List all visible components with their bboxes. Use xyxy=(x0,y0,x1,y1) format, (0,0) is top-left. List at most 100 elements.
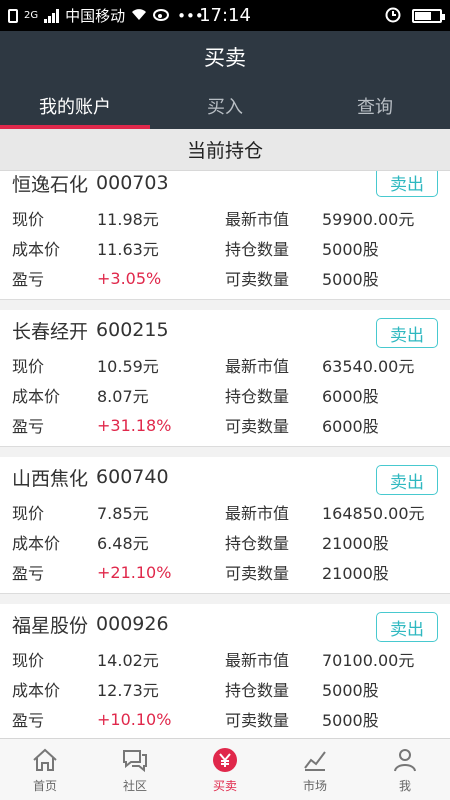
pnl-value: +10.10% xyxy=(97,709,172,729)
table-row: 盈亏 +31.18% 可卖数量 6000股 xyxy=(12,410,438,440)
nav-label: 买卖 xyxy=(212,778,237,793)
sell-button[interactable]: 卖出 xyxy=(376,318,438,348)
carrier-name: 中国移动 xyxy=(65,7,126,25)
position-card: 福星股份 000926 卖出 现价 14.02元 最新市值 70100.00元 … xyxy=(0,604,450,738)
table-row: 现价 11.98元 最新市值 59900.00元 xyxy=(12,203,438,233)
nav-me[interactable]: 我 xyxy=(360,739,450,800)
cost-label: 成本价 xyxy=(12,681,61,700)
stock-header: 恒逸石化 000703 xyxy=(12,171,438,203)
weibo-icon xyxy=(153,7,171,25)
stock-code: 600740 xyxy=(96,466,169,488)
table-row: 盈亏 +10.10% 可卖数量 5000股 xyxy=(12,704,438,734)
home-icon xyxy=(33,748,57,771)
sellable-qty-label: 可卖数量 xyxy=(225,417,290,436)
cost-label: 成本价 xyxy=(12,534,61,553)
sellable-qty: 5000股 xyxy=(322,711,379,730)
holding-qty: 6000股 xyxy=(322,387,379,406)
sellable-qty: 6000股 xyxy=(322,417,379,436)
holding-qty-label: 持仓数量 xyxy=(225,387,290,406)
positions-list[interactable]: 恒逸石化 000703 卖出 现价 11.98元 最新市值 59900.00元 … xyxy=(0,171,450,738)
tab-my-account[interactable]: 我的账户 xyxy=(0,83,150,129)
nav-home[interactable]: 首页 xyxy=(0,739,90,800)
pnl-value: +31.18% xyxy=(97,415,172,435)
sim-icon xyxy=(8,8,18,23)
holding-qty: 5000股 xyxy=(322,240,379,259)
stock-code: 600215 xyxy=(96,319,169,341)
status-bar: 2G 中国移动 ••• 17:14 xyxy=(0,0,450,31)
market-value-label: 最新市值 xyxy=(225,357,290,376)
sell-button[interactable]: 卖出 xyxy=(376,171,438,197)
holding-qty-label: 持仓数量 xyxy=(225,534,290,553)
cost-label: 成本价 xyxy=(12,387,61,406)
market-value-label: 最新市值 xyxy=(225,651,290,670)
nav-label: 市场 xyxy=(302,778,327,793)
stock-name: 福星股份 xyxy=(12,614,89,637)
sell-button[interactable]: 卖出 xyxy=(376,465,438,495)
table-row: 现价 7.85元 最新市值 164850.00元 xyxy=(12,497,438,527)
pnl-value: +3.05% xyxy=(97,268,162,288)
holding-qty-label: 持仓数量 xyxy=(225,240,290,259)
market-value: 63540.00元 xyxy=(322,357,415,376)
price-label: 现价 xyxy=(12,357,45,376)
price-value: 11.98元 xyxy=(97,210,159,229)
stock-code: 000926 xyxy=(96,613,169,635)
network-type: 2G xyxy=(24,10,39,21)
tab-buy[interactable]: 买入 xyxy=(150,83,300,129)
holding-qty: 21000股 xyxy=(322,534,389,553)
nav-label: 我 xyxy=(398,778,411,793)
market-value: 164850.00元 xyxy=(322,504,425,523)
yuan-icon xyxy=(213,747,237,772)
stock-name: 山西焦化 xyxy=(12,467,89,490)
stock-header: 福星股份 000926 xyxy=(12,604,438,644)
chart-icon xyxy=(304,750,326,771)
holding-qty-label: 持仓数量 xyxy=(225,681,290,700)
price-value: 14.02元 xyxy=(97,651,159,670)
cost-value: 8.07元 xyxy=(97,387,149,406)
chat-icon xyxy=(123,749,147,772)
cost-label: 成本价 xyxy=(12,240,61,259)
market-value: 59900.00元 xyxy=(322,210,415,229)
nav-community[interactable]: 社区 xyxy=(90,739,180,800)
position-card: 山西焦化 600740 卖出 现价 7.85元 最新市值 164850.00元 … xyxy=(0,457,450,594)
table-row: 成本价 11.63元 持仓数量 5000股 xyxy=(12,233,438,263)
stock-name: 长春经开 xyxy=(12,320,89,343)
cost-value: 11.63元 xyxy=(97,240,159,259)
stock-header: 长春经开 600215 xyxy=(12,310,438,350)
pnl-label: 盈亏 xyxy=(12,270,45,289)
wifi-icon xyxy=(131,7,147,25)
price-value: 7.85元 xyxy=(97,504,149,523)
sellable-qty: 21000股 xyxy=(322,564,389,583)
nav-market[interactable]: 市场 xyxy=(270,739,360,800)
bottom-nav: 首页 社区 买卖 市场 我 xyxy=(0,738,450,800)
table-row: 现价 14.02元 最新市值 70100.00元 xyxy=(12,644,438,674)
tab-bar: 我的账户 买入 查询 xyxy=(0,83,450,129)
tab-query[interactable]: 查询 xyxy=(300,83,450,129)
table-row: 成本价 12.73元 持仓数量 5000股 xyxy=(12,674,438,704)
holding-qty: 5000股 xyxy=(322,681,379,700)
price-label: 现价 xyxy=(12,210,45,229)
table-row: 现价 10.59元 最新市值 63540.00元 xyxy=(12,350,438,380)
cost-value: 6.48元 xyxy=(97,534,149,553)
sellable-qty-label: 可卖数量 xyxy=(225,711,290,730)
nav-trade[interactable]: 买卖 xyxy=(180,739,270,800)
market-value-label: 最新市值 xyxy=(225,504,290,523)
pnl-value: +21.10% xyxy=(97,562,172,582)
price-value: 10.59元 xyxy=(97,357,159,376)
table-row: 成本价 6.48元 持仓数量 21000股 xyxy=(12,527,438,557)
position-card: 长春经开 600215 卖出 现价 10.59元 最新市值 63540.00元 … xyxy=(0,310,450,447)
market-value: 70100.00元 xyxy=(322,651,415,670)
nav-label: 首页 xyxy=(32,778,57,793)
pnl-label: 盈亏 xyxy=(12,564,45,583)
sellable-qty-label: 可卖数量 xyxy=(225,564,290,583)
position-card: 恒逸石化 000703 卖出 现价 11.98元 最新市值 59900.00元 … xyxy=(0,171,450,300)
pnl-label: 盈亏 xyxy=(12,711,45,730)
battery-icon xyxy=(412,8,445,23)
stock-header: 山西焦化 600740 xyxy=(12,457,438,497)
sell-button[interactable]: 卖出 xyxy=(376,612,438,642)
alarm-icon xyxy=(384,5,402,27)
nav-label: 社区 xyxy=(122,778,147,793)
more-icon: ••• xyxy=(177,6,204,25)
stock-name: 恒逸石化 xyxy=(12,173,89,196)
table-row: 成本价 8.07元 持仓数量 6000股 xyxy=(12,380,438,410)
stock-code: 000703 xyxy=(96,172,169,194)
